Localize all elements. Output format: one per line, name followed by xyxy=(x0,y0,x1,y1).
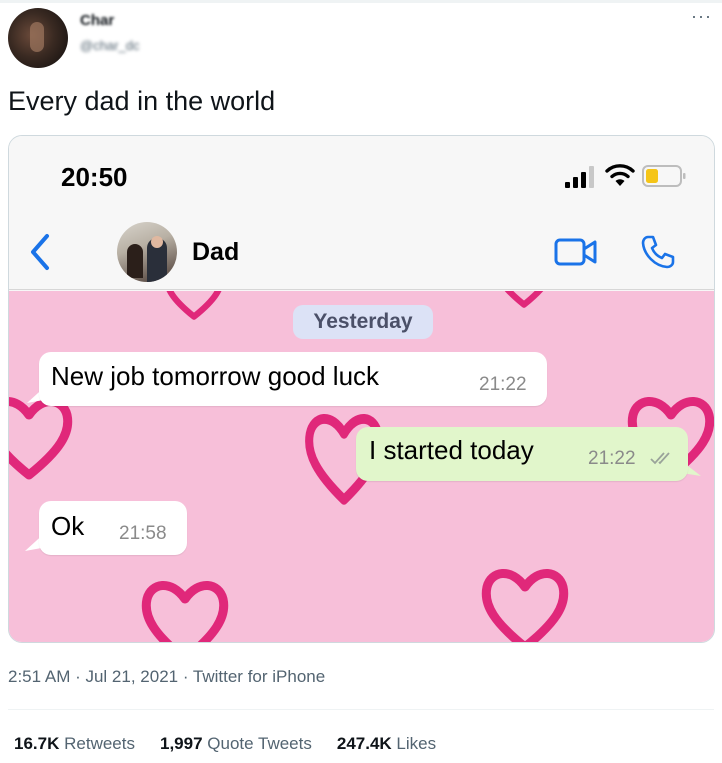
message-bubble-incoming[interactable]: New job tomorrow good luck 21:22 xyxy=(39,352,547,406)
status-clock: 20:50 xyxy=(61,162,128,192)
contact-name[interactable]: Dad xyxy=(192,238,239,267)
tweet-text: Every dad in the world xyxy=(8,86,276,116)
message-time: 21:22 xyxy=(479,374,527,395)
contact-avatar[interactable] xyxy=(117,222,177,282)
message-time: 21:22 xyxy=(588,448,636,469)
back-chevron-icon[interactable] xyxy=(27,232,53,272)
message-text: I started today xyxy=(369,435,534,465)
video-call-icon[interactable] xyxy=(554,236,598,268)
message-bubble-outgoing[interactable]: I started today 21:22 xyxy=(356,427,688,481)
author-handle[interactable]: @char_dc xyxy=(80,38,139,53)
phone-status-bar: 20:50 xyxy=(9,136,714,214)
message-text: New job tomorrow good luck xyxy=(51,361,380,391)
wifi-icon xyxy=(605,164,635,186)
likes-stat[interactable]: 247.4K Likes xyxy=(337,734,436,754)
heart-icon xyxy=(504,291,544,308)
heart-icon xyxy=(166,291,222,320)
likes-label: Likes xyxy=(396,734,437,753)
quotes-label: Quote Tweets xyxy=(207,734,312,753)
author-avatar[interactable] xyxy=(8,8,68,68)
read-ticks-icon xyxy=(650,452,670,465)
retweets-stat[interactable]: 16.7K Retweets xyxy=(14,734,135,754)
chat-header: Dad xyxy=(9,214,714,290)
tweet-media-screenshot[interactable]: 20:50 Dad Yesterday New job tomorrow goo… xyxy=(8,135,715,643)
message-bubble-incoming[interactable]: Ok 21:58 xyxy=(39,501,187,555)
phone-call-icon[interactable] xyxy=(640,234,676,270)
quotes-count: 1,997 xyxy=(159,734,203,753)
retweets-label: Retweets xyxy=(64,734,135,753)
message-time: 21:58 xyxy=(119,523,167,544)
top-divider xyxy=(0,0,722,3)
more-dots-icon[interactable]: ··· xyxy=(691,6,712,27)
likes-count: 247.4K xyxy=(336,734,392,753)
tweet-stats: 16.7K Retweets 1,997 Quote Tweets 247.4K… xyxy=(14,734,436,754)
author-display-name[interactable]: Char xyxy=(80,12,114,29)
chat-area[interactable]: Yesterday New job tomorrow good luck 21:… xyxy=(9,291,714,642)
date-separator: Yesterday xyxy=(293,305,433,339)
tweet-timestamp[interactable]: 2:51 AM · Jul 21, 2021 · Twitter for iPh… xyxy=(8,667,325,687)
message-text: Ok xyxy=(51,511,85,541)
divider xyxy=(8,709,714,710)
signal-icon xyxy=(565,166,594,188)
retweets-count: 16.7K xyxy=(14,734,60,753)
heart-icon xyxy=(141,581,229,642)
quote-tweets-stat[interactable]: 1,997 Quote Tweets xyxy=(160,734,312,754)
battery-icon xyxy=(642,165,686,187)
heart-icon xyxy=(481,569,569,642)
